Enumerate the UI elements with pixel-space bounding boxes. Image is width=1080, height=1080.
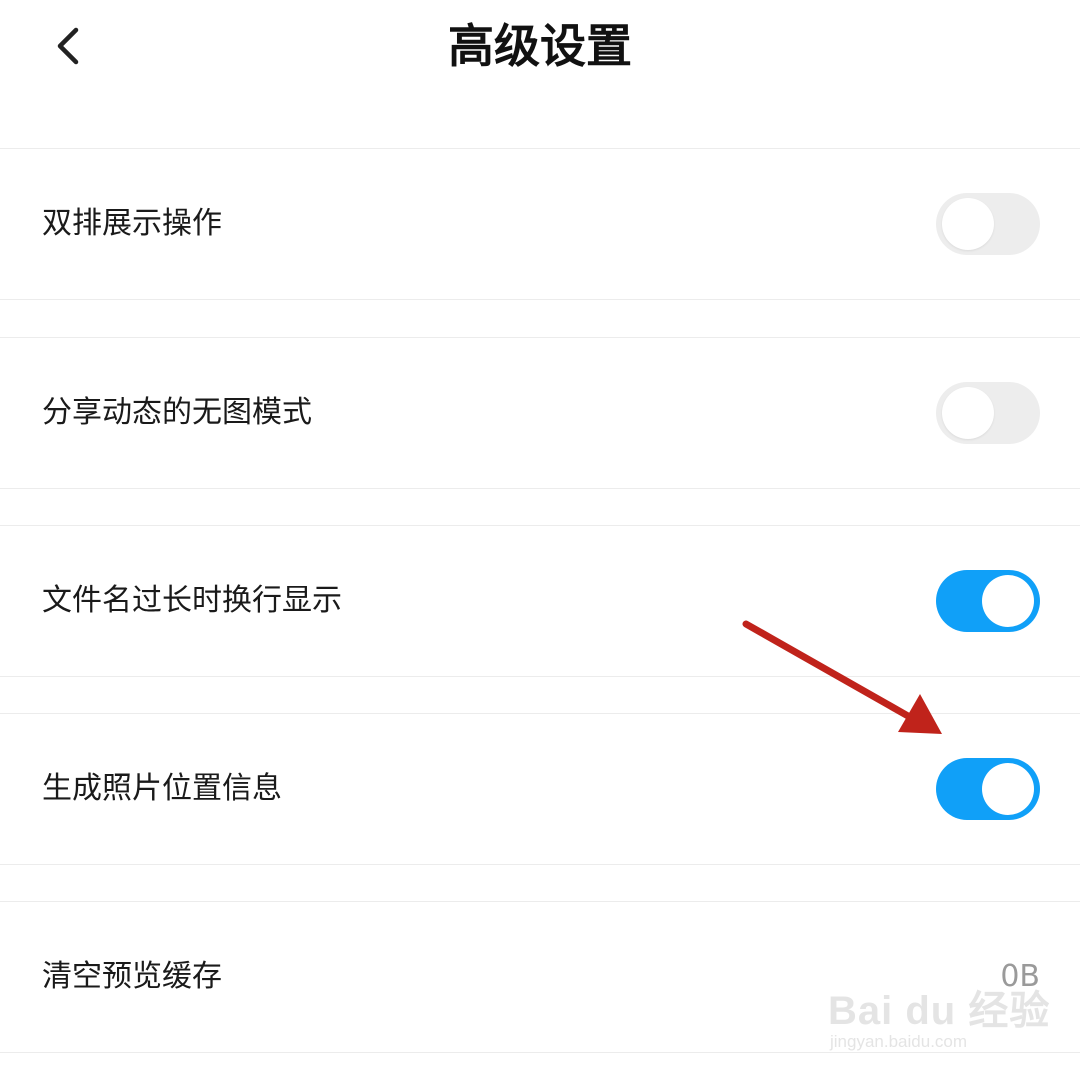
toggle-knob [942,198,994,250]
settings-row-label: 双排展示操作 [42,206,222,241]
watermark-logo: Bai du 经验 [828,989,1051,1033]
top-bar: 高级设置 [0,0,1080,96]
page-title: 高级设置 [448,19,632,73]
settings-row-label: 文件名过长时换行显示 [42,583,342,618]
share-no-image-mode-toggle[interactable] [936,382,1040,444]
watermark-url: jingyan.baidu.com [830,1032,968,1051]
toggle-knob [982,763,1034,815]
double-row-actions-toggle[interactable] [936,193,1040,255]
photo-location-info-toggle[interactable] [936,758,1040,820]
settings-row-label: 分享动态的无图模式 [42,395,312,430]
settings-row-double-row-actions: 双排展示操作 [0,148,1080,300]
settings-row-share-no-image-mode: 分享动态的无图模式 [0,337,1080,489]
settings-row-label: 清空预览缓存 [42,959,222,994]
settings-row-label: 生成照片位置信息 [42,771,282,806]
annotation-arrow-icon [742,620,942,734]
toggle-knob [942,387,994,439]
watermark: Bai du 经验 jingyan.baidu.com [826,960,1066,1060]
toggle-knob [982,575,1034,627]
